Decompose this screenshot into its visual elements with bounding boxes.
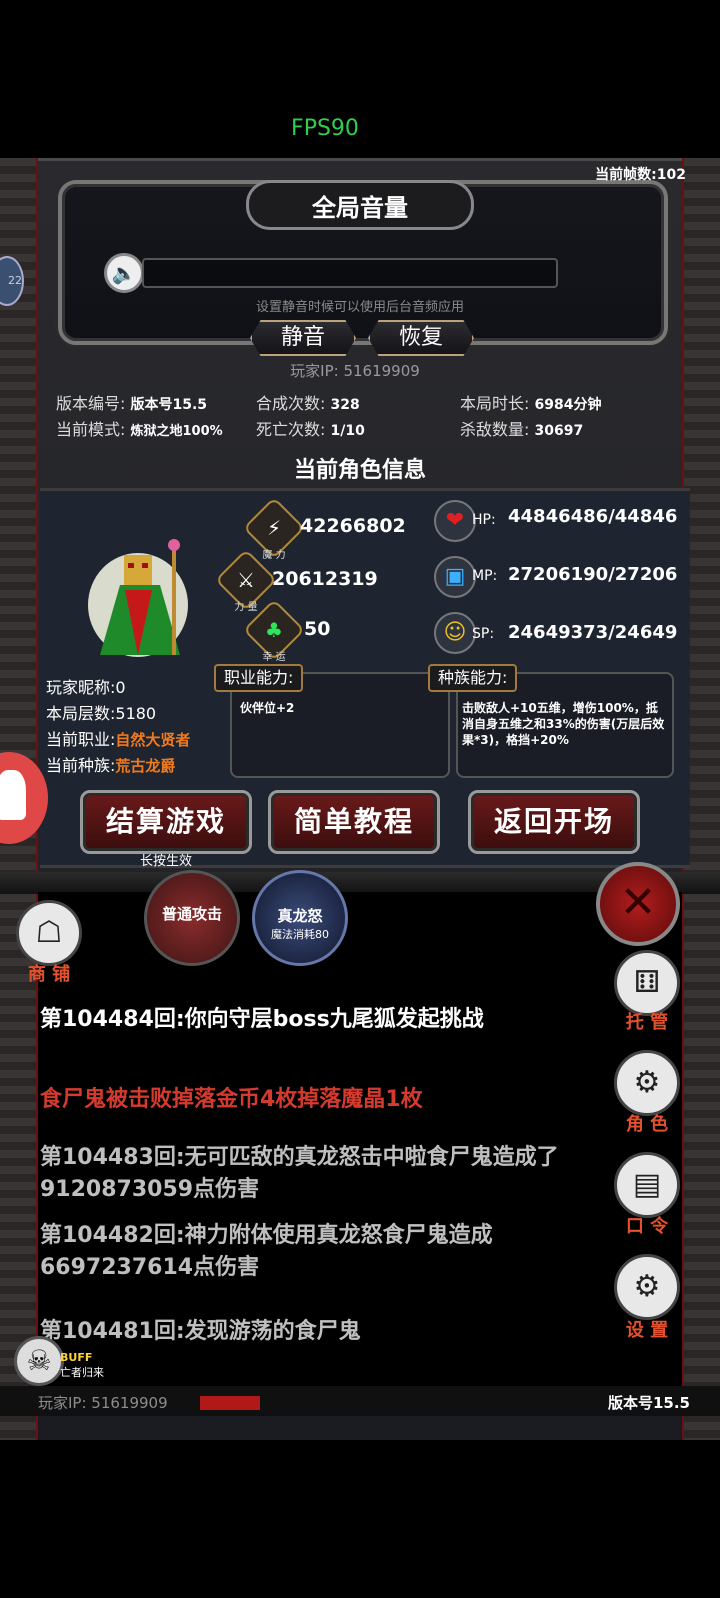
log-entry: 食尸鬼被击败掉落金币4枚掉落魔晶1枚 — [40, 1087, 423, 1112]
frame-count: 当前帧数:102 — [595, 167, 686, 183]
user-icon — [0, 770, 26, 820]
hp-heart-icon: ❤ — [434, 500, 476, 542]
auto-play-label[interactable]: 托 管 — [612, 1008, 682, 1034]
race-ability-text: 击败敌人+10五维，增伤100%，抵消自身五维之和33%的伤害(万层后效果*3)… — [462, 701, 665, 747]
normal-attack-label: 普通攻击 — [161, 905, 222, 923]
current-floors: 本局层数:5180 — [46, 704, 157, 723]
buff-name: 亡者归来 — [60, 1366, 104, 1379]
volume-title: 全局音量 — [312, 194, 408, 222]
mp-label: MP: — [472, 568, 498, 584]
dice-icon[interactable]: ⚅ — [614, 950, 680, 1016]
volume-hint: 设置静音时候可以使用后台音频应用 — [255, 300, 464, 315]
stat-time: 本局时长: 6984分钟 — [460, 394, 602, 413]
current-race: 当前种族:荒古龙爵 — [46, 756, 176, 775]
job-ability-title: 职业能力: — [214, 664, 304, 692]
race-ability-title: 种族能力: — [428, 664, 518, 692]
mp-value: 27206190/2720619 — [508, 564, 678, 585]
close-icon[interactable]: ✕ — [596, 862, 680, 946]
shop-icon[interactable]: ☖ — [16, 900, 82, 966]
character-portrait[interactable] — [80, 535, 200, 665]
settle-hint: 长按生效 — [139, 854, 192, 869]
role-title: 当前角色信息 — [293, 458, 426, 483]
tutorial-button[interactable]: 简单教程 — [268, 790, 440, 854]
mute-button[interactable]: 静音 — [250, 320, 356, 356]
log-entry: 第104484回:你向守层boss九尾狐发起挑战 — [40, 1007, 484, 1032]
luck-label: 幸 运 — [262, 652, 286, 663]
hp-value: 44846486/4484648 — [508, 506, 678, 527]
stat-death: 死亡次数: 1/10 — [256, 420, 365, 439]
footer-progress — [200, 1396, 260, 1410]
player-nickname: 玩家昵称:0 — [46, 678, 126, 697]
footer-version: 版本号15.5 — [607, 1394, 690, 1412]
sp-icon: ☺ — [434, 612, 476, 654]
hooded-figure-icon[interactable]: ⚙ — [614, 1050, 680, 1116]
magic-value: 42266802 — [300, 515, 406, 537]
settle-game-button[interactable]: 结算游戏 — [80, 790, 252, 854]
volume-slider[interactable] — [142, 258, 558, 288]
restore-button[interactable]: 恢复 — [368, 320, 474, 356]
magic-label: 魔 力 — [262, 550, 286, 561]
stat-synth: 合成次数: 328 — [256, 394, 360, 413]
scroll-icon[interactable]: ▤ — [614, 1152, 680, 1218]
footer-ip: 玩家IP: 51619909 — [38, 1394, 168, 1412]
power-value: 20612319 — [272, 568, 378, 590]
dragon-rage-cost: 魔法消耗80 — [271, 928, 329, 941]
mp-icon: ▣ — [434, 556, 476, 598]
code-label[interactable]: 口 令 — [612, 1212, 682, 1238]
stat-mode: 当前模式: 炼狱之地100% — [56, 420, 223, 439]
luck-value: 50 — [304, 618, 331, 640]
speaker-icon[interactable]: 🔈 — [104, 253, 144, 293]
stat-version: 版本编号: 版本号15.5 — [56, 394, 208, 413]
dragon-rage-button[interactable]: 真龙怒 魔法消耗80 — [252, 870, 348, 966]
player-ip: 玩家IP: 51619909 — [290, 362, 420, 380]
hp-label: HP: — [472, 512, 496, 528]
back-to-start-button[interactable]: 返回开场 — [468, 790, 640, 854]
log-entry: 第104482回:神力附体使用真龙怒食尸鬼造成6697237614点伤害 — [40, 1223, 493, 1280]
sp-label: SP: — [472, 626, 495, 642]
stat-kill: 杀敌数量: 30697 — [460, 420, 584, 439]
log-entry: 第104483回:无可匹敌的真龙怒击中啦食尸鬼造成了9120873059点伤害 — [40, 1145, 559, 1202]
fps-counter: FPS90 — [291, 116, 359, 141]
dragon-rage-label: 真龙怒 — [277, 907, 323, 925]
gear-icon[interactable]: ⚙ — [614, 1254, 680, 1320]
normal-attack-button[interactable]: 普通攻击 — [144, 870, 240, 966]
log-entry: 第104481回:发现游荡的食尸鬼 — [40, 1319, 361, 1344]
sp-value: 24649373/2464937 — [508, 622, 678, 643]
current-job: 当前职业:自然大贤者 — [46, 730, 191, 749]
shop-label[interactable]: 商 铺 — [14, 960, 84, 986]
settings-label[interactable]: 设 置 — [612, 1316, 682, 1342]
buff-label: BUFF — [60, 1351, 93, 1364]
skull-buff-icon[interactable]: ☠ — [14, 1336, 64, 1386]
job-ability-text: 伙伴位+2 — [240, 701, 295, 715]
role-label[interactable]: 角 色 — [612, 1110, 682, 1136]
